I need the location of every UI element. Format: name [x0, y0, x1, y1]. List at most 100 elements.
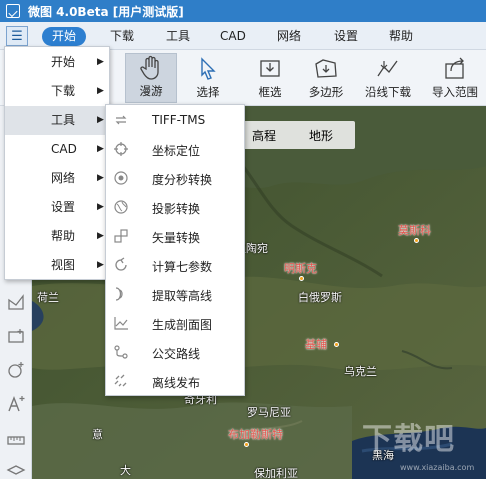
submenu-label: 计算七参数 — [152, 260, 213, 274]
main-menu-label: 设置 — [51, 200, 76, 214]
city-marker-icon — [414, 238, 419, 243]
tool-pan-label: 漫游 — [139, 84, 163, 98]
target-icon — [114, 171, 128, 185]
submenu-item-projection-convert[interactable]: 投影转换 — [106, 193, 244, 222]
menu-start[interactable]: 开始 — [42, 27, 87, 46]
submenu-label: 投影转换 — [152, 202, 201, 216]
main-menu-item-network[interactable]: 网络 ▶ — [5, 164, 109, 193]
tab-elevation[interactable]: 高程 — [252, 127, 276, 144]
main-menu-item-settings[interactable]: 设置 ▶ — [5, 193, 109, 222]
main-menu-item-help[interactable]: 帮助 ▶ — [5, 222, 109, 251]
main-menu-item-start[interactable]: 开始 ▶ — [5, 48, 109, 77]
hamburger-menu-icon[interactable]: ☰ — [6, 26, 28, 46]
map-label-ukraine: 乌克兰 — [344, 365, 377, 378]
chevron-right-icon: ▶ — [97, 231, 104, 241]
chevron-right-icon: ▶ — [97, 173, 104, 183]
circle-draw-icon[interactable] — [6, 360, 26, 380]
watermark-site: www.xiazaiba.com — [400, 463, 475, 472]
main-menu-label: 帮助 — [51, 229, 76, 243]
vector-shapes-icon — [114, 229, 128, 243]
map-type-tabs: 高程 地形 — [241, 121, 355, 149]
map-label-romania: 罗马尼亚 — [247, 406, 291, 419]
main-dropdown-menu: 开始 ▶ 下载 ▶ 工具 ▶ CAD ▶ 网络 ▶ 设置 ▶ 帮助 ▶ 视图 ▶ — [4, 46, 110, 280]
menu-help[interactable]: 帮助 — [389, 27, 413, 46]
main-menu-label: 开始 — [51, 55, 76, 69]
submenu-label: 坐标定位 — [152, 144, 201, 158]
tool-box-select[interactable]: 框选 — [250, 53, 290, 103]
map-label-italy: 意 — [92, 428, 103, 441]
submenu-item-bus-route[interactable]: 公交路线 — [106, 338, 244, 367]
submenu-item-tiff-tms[interactable]: TIFF-TMS — [106, 106, 244, 135]
app-logo-icon — [6, 4, 20, 18]
submenu-item-offline-publish[interactable]: 离线发布 — [106, 367, 244, 396]
refresh-circle-icon — [115, 257, 127, 271]
city-marker-icon — [334, 342, 339, 347]
chevron-right-icon: ▶ — [97, 57, 104, 67]
submenu-label: 离线发布 — [152, 376, 201, 390]
main-menu-label: 工具 — [51, 113, 76, 127]
tool-import-range[interactable]: 导入范围 — [428, 53, 482, 103]
menu-tools[interactable]: 工具 — [166, 27, 190, 46]
profile-chart-icon — [114, 317, 128, 330]
chevron-right-icon: ▶ — [97, 115, 104, 125]
submenu-label: 矢量转换 — [152, 231, 201, 245]
contour-icon — [115, 287, 123, 301]
menu-settings[interactable]: 设置 — [334, 27, 358, 46]
map-label-bulgaria: 保加利亚 — [254, 467, 298, 479]
tool-line-download[interactable]: 沿线下载 — [362, 53, 414, 103]
main-menu-label: 视图 — [51, 258, 76, 272]
tab-terrain[interactable]: 地形 — [309, 127, 333, 144]
broken-link-icon — [114, 374, 127, 387]
tool-box-select-label: 框选 — [258, 85, 282, 99]
submenu-item-extract-contours[interactable]: 提取等高线 — [106, 280, 244, 309]
menu-cad[interactable]: CAD — [220, 27, 246, 46]
text-add-icon[interactable] — [6, 394, 26, 414]
layer-icon[interactable] — [6, 460, 26, 479]
app-title: 微图 4.0Beta [用户测试版] — [28, 4, 184, 19]
tool-polygon-label: 多边形 — [308, 85, 344, 99]
globe-icon — [114, 200, 128, 214]
submenu-label: TIFF-TMS — [152, 113, 206, 127]
cursor-icon — [201, 57, 216, 80]
tool-polygon[interactable]: 多边形 — [304, 53, 348, 103]
map-label-partial: 大 — [120, 464, 131, 477]
submenu-label: 度分秒转换 — [152, 173, 213, 187]
crosshair-icon — [114, 142, 128, 156]
main-menu-item-view[interactable]: 视图 ▶ — [5, 251, 109, 280]
submenu-item-coordinate-locate[interactable]: 坐标定位 — [106, 135, 244, 164]
main-menu-item-tools[interactable]: 工具 ▶ — [5, 106, 109, 135]
submenu-item-dms-convert[interactable]: 度分秒转换 — [106, 164, 244, 193]
box-download-icon — [260, 60, 280, 77]
submenu-label: 生成剖面图 — [152, 318, 213, 332]
title-bar: 微图 4.0Beta [用户测试版] — [0, 0, 486, 22]
tool-line-download-label: 沿线下载 — [365, 85, 411, 99]
main-menu-item-download[interactable]: 下载 ▶ — [5, 77, 109, 106]
ruler-icon[interactable] — [6, 430, 26, 450]
tool-select-label: 选择 — [196, 85, 220, 99]
rectangle-draw-icon[interactable] — [6, 326, 26, 346]
main-menu-label: 网络 — [51, 171, 76, 185]
map-city-minsk: 明斯克 — [284, 262, 317, 275]
main-menu-item-cad[interactable]: CAD ▶ — [5, 135, 109, 164]
chevron-right-icon: ▶ — [97, 86, 104, 96]
menu-network[interactable]: 网络 — [277, 27, 301, 46]
tool-pan[interactable]: 漫游 — [125, 53, 177, 103]
tool-import-range-label: 导入范围 — [432, 85, 478, 99]
measure-area-icon[interactable] — [6, 292, 26, 312]
city-marker-icon — [299, 276, 304, 281]
line-download-icon — [377, 60, 398, 77]
convert-arrows-icon — [115, 115, 127, 125]
menu-download[interactable]: 下载 — [110, 27, 134, 46]
chevron-right-icon: ▶ — [97, 144, 104, 154]
main-menu-label: 下载 — [51, 84, 76, 98]
submenu-item-seven-params[interactable]: 计算七参数 — [106, 251, 244, 280]
watermark-text: 下载吧 — [362, 422, 455, 457]
submenu-item-profile[interactable]: 生成剖面图 — [106, 309, 244, 338]
submenu-label: 提取等高线 — [152, 289, 213, 303]
hand-icon — [140, 55, 159, 80]
submenu-item-vector-convert[interactable]: 矢量转换 — [106, 222, 244, 251]
main-menu-label: CAD — [51, 142, 77, 156]
submenu-label: 公交路线 — [152, 347, 201, 361]
import-icon — [445, 57, 464, 79]
tool-select[interactable]: 选择 — [186, 53, 230, 103]
